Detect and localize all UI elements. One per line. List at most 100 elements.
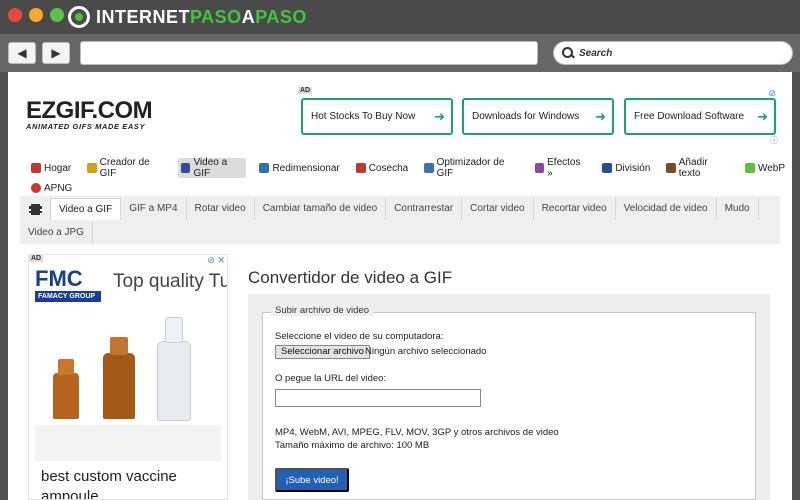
ad-caption: best custom vaccine ampoule bbox=[41, 468, 177, 500]
menu-item-label: Cosecha bbox=[368, 162, 409, 174]
video-tools-tabs: Video a GIF GIF a MP4 Rotar video Cambia… bbox=[20, 196, 780, 244]
menu-item-label: Efectos » bbox=[547, 157, 581, 179]
menu-item-label: Añadir texto bbox=[678, 157, 708, 179]
menu-item-webp[interactable]: WebP bbox=[742, 158, 788, 178]
address-bar[interactable] bbox=[80, 41, 538, 65]
menu-item-label: División bbox=[615, 162, 651, 174]
text-icon bbox=[666, 163, 676, 173]
video-icon bbox=[181, 163, 191, 173]
tab-rotar-video[interactable]: Rotar video bbox=[187, 198, 255, 220]
tab-gif-a-mp4[interactable]: GIF a MP4 bbox=[121, 198, 187, 220]
brand-text-part: PASO bbox=[190, 6, 242, 27]
maximize-window-button[interactable] bbox=[50, 8, 64, 22]
optimize-icon bbox=[424, 163, 434, 173]
apng-icon bbox=[31, 183, 41, 193]
ad-choices-icon[interactable]: ⊘ ✕ bbox=[207, 255, 225, 266]
tab-mudo[interactable]: Mudo bbox=[717, 198, 759, 220]
fmc-brand: FMC bbox=[35, 266, 83, 291]
menu-item-creador[interactable]: Creador de GIF bbox=[84, 157, 168, 179]
brand-text-part: PASO bbox=[255, 6, 307, 27]
menu-item-label: Hogar bbox=[44, 162, 72, 174]
ad-button-label: Hot Stocks To Buy Now bbox=[311, 111, 416, 122]
forward-button[interactable]: ▶ bbox=[42, 42, 70, 64]
menu-item-division[interactable]: División bbox=[599, 158, 653, 178]
web-page: EZGIF.COM ANIMATED GIFS MADE EASY AD ⊘ H… bbox=[8, 72, 792, 500]
brand-text-part: INTERNET bbox=[96, 6, 190, 27]
tab-contrarrestar[interactable]: Contrarrestar bbox=[386, 198, 463, 220]
close-window-button[interactable] bbox=[8, 8, 22, 22]
ad-close-icon[interactable]: ⓘ bbox=[770, 135, 778, 146]
forward-arrow-icon: ▶ bbox=[51, 46, 61, 60]
arrow-right-icon: ➜ bbox=[595, 108, 606, 124]
tab-row: Video a GIF GIF a MP4 Rotar video Cambia… bbox=[20, 196, 780, 220]
logo-main-text: EZGIF.COM bbox=[26, 97, 153, 124]
arrow-right-icon: ➜ bbox=[434, 108, 445, 124]
minimize-window-button[interactable] bbox=[29, 8, 43, 22]
menu-item-cosecha[interactable]: Cosecha bbox=[353, 158, 411, 178]
tab-cortar-video[interactable]: Cortar video bbox=[462, 198, 534, 220]
search-input[interactable]: Search bbox=[553, 41, 793, 65]
ad-tag: AD bbox=[298, 87, 313, 94]
menu-item-optimizador[interactable]: Optimizador de GIF bbox=[421, 157, 522, 179]
menu-item-apng[interactable]: APNG bbox=[28, 178, 75, 198]
upload-panel: Subir archivo de video Seleccione el vid… bbox=[248, 294, 770, 500]
webp-icon bbox=[744, 163, 755, 173]
menu-item-video-a-gif[interactable]: Video a GIF bbox=[178, 157, 247, 179]
menu-item-label: Creador de GIF bbox=[99, 157, 150, 179]
formats-text: MP4, WebM, AVI, MPEG, FLV, MOV, 3GP y ot… bbox=[275, 427, 559, 438]
ad-headline: Top quality Tu bbox=[113, 271, 228, 292]
top-ad-banner: AD ⊘ Hot Stocks To Buy Now ➜ Downloads fo… bbox=[298, 87, 780, 147]
resize-icon bbox=[259, 163, 270, 173]
menu-item-anadir-texto[interactable]: Añadir texto bbox=[663, 157, 732, 179]
ad-button-downloads[interactable]: Downloads for Windows ➜ bbox=[462, 98, 614, 135]
ad-button-label: Free Download Software bbox=[634, 111, 745, 122]
side-ad[interactable]: AD ⊘ ✕ FMC FAMACY GROUP Top quality Tu b… bbox=[28, 254, 228, 500]
tab-row: Video a JPG bbox=[20, 220, 780, 244]
site-logo[interactable]: EZGIF.COM ANIMATED GIFS MADE EASY bbox=[26, 97, 186, 132]
arrow-right-icon: ➜ bbox=[757, 108, 768, 124]
tab-recortar-video[interactable]: Recortar video bbox=[534, 198, 616, 220]
back-arrow-icon: ◀ bbox=[17, 46, 27, 60]
ad-button-free-download[interactable]: Free Download Software ➜ bbox=[624, 98, 776, 135]
menu-item-label: WebP bbox=[757, 162, 785, 174]
tab-velocidad-video[interactable]: Velocidad de video bbox=[616, 198, 717, 220]
url-label: O pegue la URL del video: bbox=[275, 373, 387, 384]
fmc-band: FAMACY GROUP bbox=[35, 291, 101, 302]
effects-icon bbox=[534, 163, 545, 173]
crop-icon bbox=[355, 163, 366, 173]
main-menu-row: APNG bbox=[28, 178, 788, 198]
brand-text-part: A bbox=[241, 6, 256, 27]
fmc-logo: FMC FAMACY GROUP bbox=[35, 267, 101, 302]
maker-icon bbox=[87, 163, 97, 173]
tab-video-a-jpg[interactable]: Video a JPG bbox=[20, 222, 93, 244]
logo-subtitle: ANIMATED GIFS MADE EASY bbox=[26, 122, 146, 131]
menu-item-efectos[interactable]: Efectos » bbox=[532, 157, 590, 179]
ad-button-label: Downloads for Windows bbox=[472, 111, 580, 122]
fieldset-legend: Subir archivo de video bbox=[271, 305, 373, 316]
browser-navbar: ◀ ▶ Search bbox=[0, 34, 800, 72]
ad-tag: AD bbox=[29, 255, 44, 262]
brand-mark-icon bbox=[68, 6, 90, 28]
brand-text: INTERNETPASOAPASO bbox=[96, 7, 307, 28]
window-titlebar: INTERNETPASOAPASO bbox=[0, 0, 800, 34]
video-url-input[interactable] bbox=[275, 389, 481, 407]
back-button[interactable]: ◀ bbox=[8, 42, 36, 64]
menu-item-redimensionar[interactable]: Redimensionar bbox=[256, 158, 342, 178]
tab-video-a-gif[interactable]: Video a GIF bbox=[50, 198, 122, 220]
menu-item-label: Redimensionar bbox=[272, 162, 340, 174]
file-status: Ningún archivo seleccionado bbox=[365, 346, 487, 357]
menu-item-label: APNG bbox=[44, 182, 73, 194]
main-menu-row: Hogar Creador de GIF Video a GIF Redimen… bbox=[28, 157, 788, 179]
upload-video-button[interactable]: ¡Sube video! bbox=[275, 468, 349, 492]
split-icon bbox=[602, 163, 613, 173]
ad-image-base bbox=[35, 425, 221, 461]
search-icon bbox=[562, 47, 574, 59]
menu-item-hogar[interactable]: Hogar bbox=[28, 158, 74, 178]
film-icon bbox=[20, 198, 50, 220]
choose-file-button[interactable]: Seleccionar archivo bbox=[275, 345, 370, 359]
tab-cambiar-tamano[interactable]: Cambiar tamaño de video bbox=[255, 198, 387, 220]
max-size-text: Tamaño máximo de archivo: 100 MB bbox=[275, 440, 430, 451]
main-menu: Hogar Creador de GIF Video a GIF Redimen… bbox=[28, 157, 788, 198]
ad-button-hot-stocks[interactable]: Hot Stocks To Buy Now ➜ bbox=[301, 98, 453, 135]
brand-logo: INTERNETPASOAPASO bbox=[68, 4, 307, 30]
